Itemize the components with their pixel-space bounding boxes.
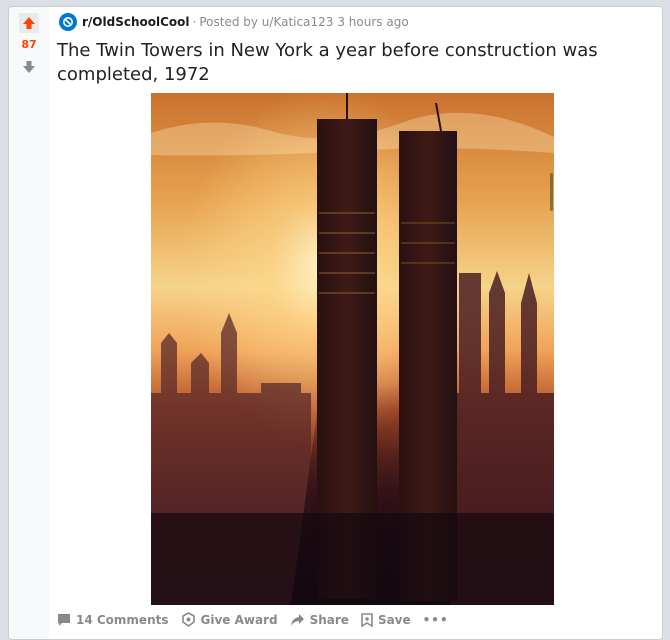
meta-separator: ·: [192, 15, 197, 29]
subreddit-link[interactable]: r/OldSchoolCool: [82, 15, 190, 29]
post-card[interactable]: 87 r/OldSchoolCool · Posted by u/Katica1…: [8, 6, 663, 640]
share-icon: [290, 613, 304, 626]
downvote-button[interactable]: [19, 57, 39, 77]
posted-by-label[interactable]: Posted by u/Katica123: [199, 15, 333, 29]
share-label: Share: [309, 612, 349, 627]
save-icon: [361, 612, 373, 627]
vote-column: 87: [9, 7, 49, 639]
save-label: Save: [377, 612, 411, 627]
upvote-button[interactable]: [19, 13, 39, 33]
comment-icon: [58, 613, 70, 626]
downvote-arrow-icon: [23, 61, 35, 73]
subreddit-icon[interactable]: [59, 13, 77, 31]
post-actions: 14 Comments Give Award Share Save •••: [57, 612, 461, 627]
twin-towers-photo: [151, 93, 554, 605]
post-meta: r/OldSchoolCool · Posted by u/Katica123 …: [59, 13, 409, 31]
give-award-button[interactable]: Give Award: [181, 612, 278, 627]
award-icon: [181, 612, 195, 627]
post-time[interactable]: 3 hours ago: [337, 15, 408, 29]
share-button[interactable]: Share: [290, 613, 349, 627]
save-button[interactable]: Save: [361, 613, 411, 627]
give-award-label: Give Award: [200, 612, 278, 627]
comments-button[interactable]: 14 Comments: [57, 613, 169, 627]
upvote-arrow-icon: [23, 17, 35, 29]
comments-label: 14 Comments: [76, 612, 169, 627]
vote-score: 87: [21, 38, 37, 51]
scroll-indicator[interactable]: [550, 173, 553, 211]
more-options-button[interactable]: •••: [423, 613, 449, 627]
post-title[interactable]: The Twin Towers in New York a year befor…: [57, 39, 617, 87]
post-image[interactable]: [151, 93, 554, 605]
